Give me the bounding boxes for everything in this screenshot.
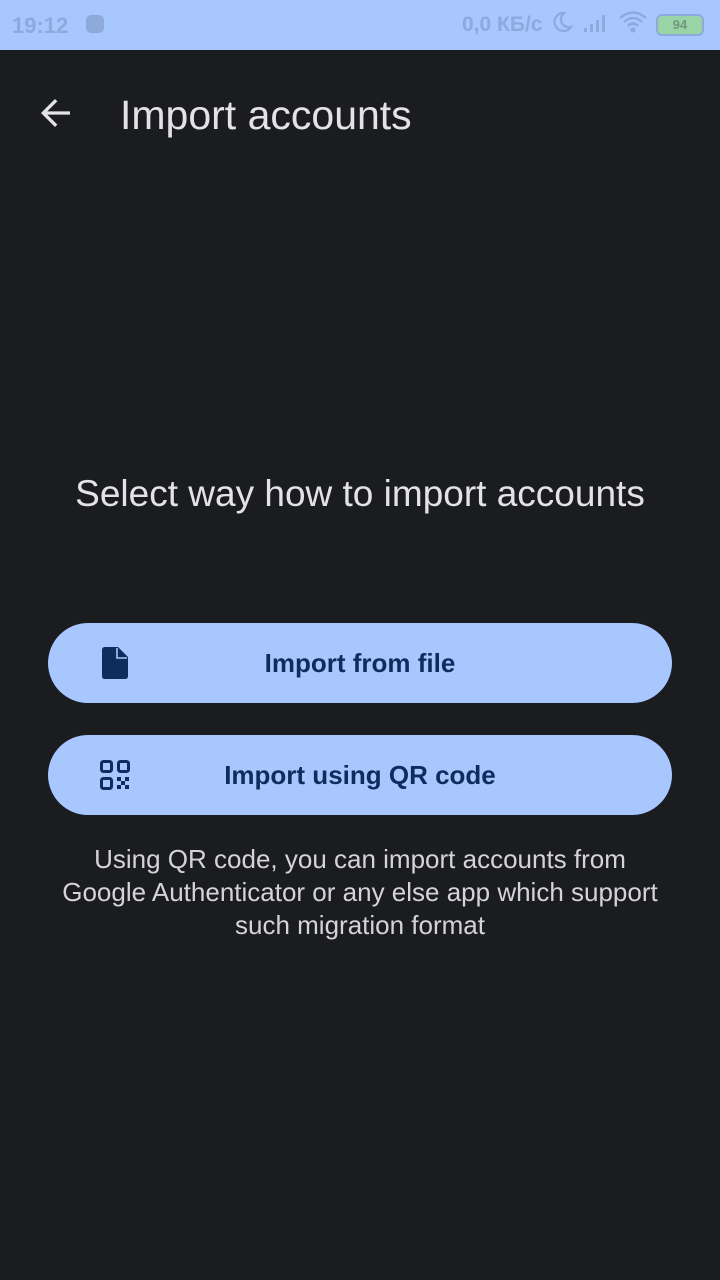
import-headline: Select way how to import accounts <box>75 473 645 514</box>
page-title: Import accounts <box>120 92 412 138</box>
status-icons: 94 <box>550 10 704 39</box>
status-bar: 19:12 0,0 КБ/с 94 <box>0 0 720 50</box>
arrow-back-icon <box>35 93 75 138</box>
status-time: 19:12 <box>12 13 69 38</box>
import-from-file-button[interactable]: Import from file <box>48 623 672 703</box>
import-from-file-label: Import from file <box>264 648 456 678</box>
back-button[interactable] <box>30 90 80 140</box>
notification-icon <box>86 15 104 33</box>
network-speed: 0,0 КБ/с <box>462 13 543 36</box>
signal-icon <box>582 10 610 39</box>
qr-hint-text: Using QR code, you can import accounts f… <box>62 844 658 940</box>
battery-icon: 94 <box>656 13 704 36</box>
moon-icon <box>550 10 574 39</box>
import-qr-code-label: Import using QR code <box>224 760 496 790</box>
wifi-icon <box>618 10 648 39</box>
import-qr-code-button[interactable]: Import using QR code <box>48 735 672 815</box>
app-bar: Import accounts <box>0 50 720 180</box>
